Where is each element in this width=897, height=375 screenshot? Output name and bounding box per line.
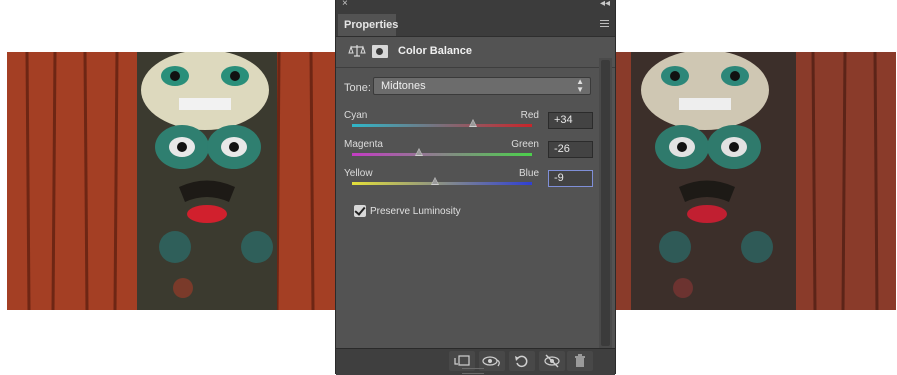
preserve-luminosity-label: Preserve Luminosity [370, 206, 461, 217]
tone-label: Tone: [344, 82, 371, 94]
tone-select-value: Midtones [381, 80, 426, 92]
delete-icon[interactable] [567, 351, 593, 371]
collapse-icon[interactable]: ◂◂ [600, 0, 610, 9]
toggle-visibility-icon[interactable] [539, 351, 565, 371]
tab-properties[interactable]: Properties [338, 14, 398, 36]
adjustment-title: Color Balance [398, 45, 472, 57]
resize-grip[interactable] [462, 368, 484, 374]
slider-right-label: Blue [518, 168, 539, 179]
updown-arrows-icon: ▲ ▼ [576, 77, 584, 94]
slider-left-label: Yellow [344, 168, 373, 179]
layer-mask-icon[interactable] [372, 45, 388, 58]
yellow-blue-thumb[interactable] [430, 177, 439, 185]
magenta-green-thumb[interactable] [414, 148, 423, 156]
reset-icon[interactable] [509, 351, 535, 371]
panel-tab-row: Properties [336, 11, 615, 37]
slider-right-label: Red [520, 110, 539, 121]
properties-panel: × ◂◂ Properties Color Balance Tone: Midt… [335, 0, 616, 375]
adjustment-header: Color Balance [336, 37, 615, 68]
slider-right-label: Green [511, 139, 539, 150]
balance-scale-icon [348, 44, 366, 63]
magenta-green-track[interactable] [352, 153, 532, 156]
scrollbar-thumb[interactable] [601, 60, 610, 346]
totem-photo-after [613, 52, 896, 310]
cyan-red-thumb[interactable] [468, 119, 477, 127]
cyan-red-slider-row: Cyan Red +34 [336, 110, 615, 140]
magenta-green-slider-row: Magenta Green -26 [336, 139, 615, 169]
close-icon[interactable]: × [342, 0, 348, 9]
totem-photo-before [7, 52, 335, 310]
cyan-red-value-field[interactable]: +34 [548, 112, 593, 129]
panel-topbar: × ◂◂ [336, 0, 615, 11]
slider-left-label: Magenta [344, 139, 383, 150]
slider-left-label: Cyan [344, 110, 368, 121]
panel-menu-icon[interactable] [597, 18, 609, 28]
yellow-blue-slider-row: Yellow Blue -9 [336, 168, 615, 198]
cyan-red-track[interactable] [352, 124, 532, 127]
magenta-green-value-field[interactable]: -26 [548, 141, 593, 158]
yellow-blue-value-field[interactable]: -9 [548, 170, 593, 187]
tone-select[interactable]: Midtones ▲ ▼ [373, 77, 591, 95]
preserve-luminosity-checkbox[interactable] [354, 205, 366, 217]
yellow-blue-track[interactable] [352, 182, 532, 185]
